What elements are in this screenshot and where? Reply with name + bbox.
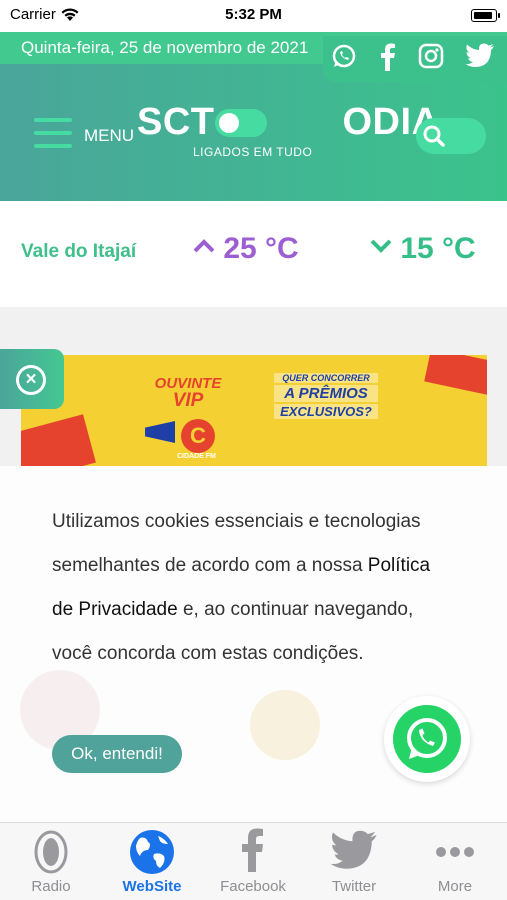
weather-region: Vale do Itajaí bbox=[21, 241, 137, 262]
ad-brand: CIDADE FM bbox=[177, 453, 216, 460]
logo-toggle-mark bbox=[215, 109, 267, 137]
close-banner-button[interactable]: × bbox=[0, 349, 64, 409]
banner-stripe bbox=[424, 355, 487, 396]
ad-banner[interactable] bbox=[21, 355, 487, 466]
ad-right-line2: A PRÊMIOS bbox=[274, 385, 378, 402]
tab-label-twitter: Twitter bbox=[331, 878, 377, 895]
tab-facebook[interactable]: Facebook bbox=[203, 826, 303, 898]
ad-premios: QUER CONCORRER A PRÊMIOS EXCLUSIVOS? bbox=[274, 373, 378, 421]
status-bar: Carrier 5:32 PM bbox=[0, 0, 507, 32]
search-icon bbox=[423, 125, 445, 147]
site-logo[interactable]: SCT ODIA bbox=[137, 101, 440, 144]
whatsapp-icon bbox=[393, 705, 461, 773]
cookie-message: Utilizamos cookies essenciais e tecnolog… bbox=[52, 500, 452, 676]
tab-label-website: WebSite bbox=[122, 878, 182, 895]
tab-more[interactable]: More bbox=[405, 826, 505, 898]
tab-radio[interactable]: Radio bbox=[1, 826, 101, 898]
cidade-fm-logo: C bbox=[181, 419, 215, 453]
temperature-high-value: 25 °C bbox=[223, 232, 299, 265]
facebook-icon bbox=[242, 828, 263, 872]
whatsapp-icon[interactable] bbox=[331, 43, 357, 74]
ad-right-line1: QUER CONCORRER bbox=[274, 373, 378, 383]
hamburger-menu-icon[interactable] bbox=[34, 118, 72, 148]
instagram-icon[interactable] bbox=[418, 43, 444, 74]
ad-vip-line2: VIP bbox=[172, 390, 204, 411]
close-icon: × bbox=[16, 365, 46, 395]
logo-tagline: LIGADOS EM TUDO bbox=[193, 145, 313, 159]
logo-left: SCT bbox=[137, 101, 215, 143]
radio-icon bbox=[34, 830, 68, 874]
ad-ouvinte-vip: OUVINTE VIP C CIDADE FM bbox=[143, 375, 233, 460]
more-icon bbox=[436, 847, 474, 857]
temperature-low: 15 °C bbox=[370, 232, 476, 266]
tab-label-radio: Radio bbox=[31, 878, 71, 895]
megaphone-icon bbox=[145, 421, 175, 443]
battery-icon bbox=[471, 9, 500, 22]
tab-label-more: More bbox=[437, 878, 473, 895]
tab-website[interactable]: WebSite bbox=[102, 826, 202, 898]
social-links bbox=[323, 36, 507, 82]
banner-stripe bbox=[21, 414, 96, 466]
cookie-text-before: Utilizamos cookies essenciais e tecnolog… bbox=[52, 511, 421, 576]
temperature-high: 25 °C bbox=[193, 232, 299, 266]
ad-right-line3: EXCLUSIVOS? bbox=[274, 404, 378, 419]
current-date: Quinta-feira, 25 de novembro de 2021 bbox=[21, 38, 309, 57]
chevron-down-icon bbox=[370, 239, 392, 253]
temperature-low-value: 15 °C bbox=[400, 232, 476, 265]
whatsapp-float-button[interactable] bbox=[384, 696, 470, 782]
twitter-icon bbox=[330, 830, 377, 869]
twitter-icon[interactable] bbox=[465, 43, 495, 74]
chevron-up-icon bbox=[193, 239, 215, 253]
globe-icon bbox=[130, 830, 174, 874]
tab-twitter[interactable]: Twitter bbox=[304, 826, 404, 898]
tab-label-facebook: Facebook bbox=[220, 878, 286, 895]
clock: 5:32 PM bbox=[225, 6, 282, 23]
facebook-icon[interactable] bbox=[377, 43, 399, 76]
menu-label[interactable]: MENU bbox=[84, 126, 134, 146]
search-button[interactable] bbox=[416, 118, 486, 154]
cookie-accept-button[interactable]: Ok, entendi! bbox=[52, 735, 182, 773]
